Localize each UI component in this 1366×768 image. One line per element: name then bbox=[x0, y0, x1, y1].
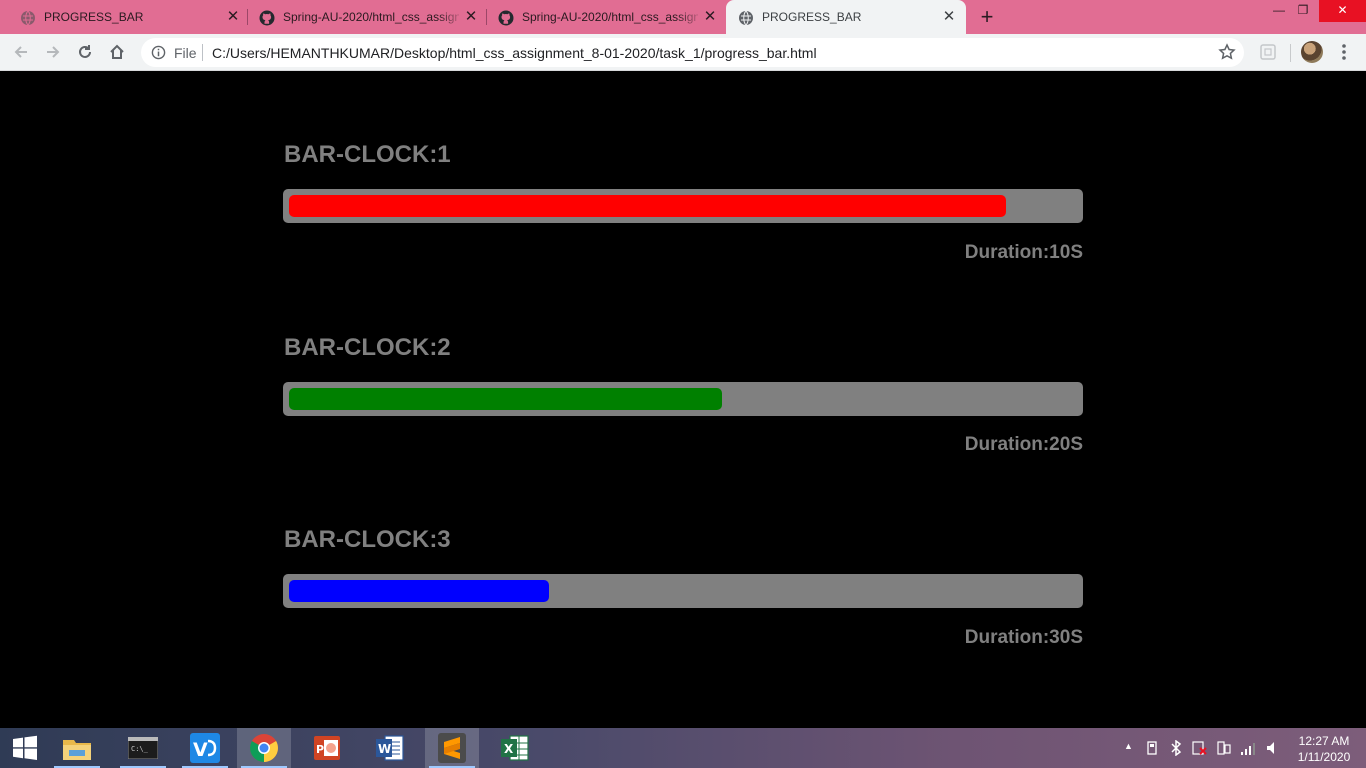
github-icon bbox=[259, 10, 275, 26]
globe-icon bbox=[21, 10, 35, 26]
tab-2[interactable]: Spring-AU-2020/html_css_assign ✕ bbox=[247, 0, 487, 34]
chrome-icon bbox=[250, 734, 278, 762]
svg-text:P: P bbox=[316, 743, 324, 756]
taskbar-sublime[interactable] bbox=[425, 728, 479, 768]
windows-taskbar: C:\_ V P W X ▲ 12:27 AM 1/11/2020 bbox=[0, 728, 1366, 768]
tab-close-icon[interactable]: ✕ bbox=[701, 8, 719, 26]
taskbar-terminal[interactable]: C:\_ bbox=[116, 728, 170, 768]
network-icon[interactable] bbox=[1216, 740, 1232, 756]
taskbar-clock[interactable]: 12:27 AM 1/11/2020 bbox=[1296, 733, 1352, 765]
svg-text:X: X bbox=[504, 742, 514, 756]
vs-code-icon: V bbox=[190, 733, 220, 763]
tab-title: Spring-AU-2020/html_css_assign bbox=[522, 10, 698, 24]
sublime-text-icon bbox=[438, 733, 466, 763]
terminal-icon: C:\_ bbox=[128, 737, 158, 759]
profile-avatar[interactable] bbox=[1301, 41, 1323, 63]
scheme-label: File bbox=[174, 45, 197, 61]
tab-fade bbox=[676, 8, 704, 26]
back-button[interactable] bbox=[9, 40, 33, 64]
duration-label: Duration:30S bbox=[964, 627, 1083, 648]
clock-title: BAR-CLOCK:3 bbox=[284, 526, 451, 553]
bar-clock-3: BAR-CLOCK:3 Duration:30S bbox=[283, 524, 1083, 654]
tab-4-active[interactable]: PROGRESS_BAR ✕ bbox=[726, 0, 966, 34]
home-button[interactable] bbox=[105, 40, 129, 64]
security-warning-icon[interactable] bbox=[1192, 740, 1208, 756]
home-icon bbox=[110, 44, 124, 59]
powerpoint-icon: P bbox=[314, 736, 340, 760]
forward-button[interactable] bbox=[41, 40, 65, 64]
address-url[interactable]: C:/Users/HEMANTHKUMAR/Desktop/html_css_a… bbox=[212, 45, 817, 61]
tab-close-icon[interactable]: ✕ bbox=[940, 8, 958, 26]
extension-icon[interactable] bbox=[1259, 43, 1277, 61]
svg-text:C:\_: C:\_ bbox=[131, 745, 149, 753]
reload-button[interactable] bbox=[73, 40, 97, 64]
toolbar-separator bbox=[1290, 44, 1291, 62]
progress-track bbox=[283, 382, 1083, 416]
clock-title: BAR-CLOCK:2 bbox=[284, 334, 451, 361]
svg-text:V: V bbox=[193, 739, 208, 761]
progress-track bbox=[283, 574, 1083, 608]
new-tab-button[interactable]: + bbox=[977, 6, 997, 28]
taskbar-chrome[interactable] bbox=[237, 728, 291, 768]
clock-title: BAR-CLOCK:1 bbox=[284, 141, 451, 168]
page-content: BAR-CLOCK:1 Duration:10S BAR-CLOCK:2 Dur… bbox=[0, 71, 1366, 728]
forward-arrow-icon bbox=[47, 46, 60, 58]
file-explorer-icon bbox=[63, 740, 91, 760]
progress-fill bbox=[289, 388, 722, 410]
start-button[interactable] bbox=[0, 728, 50, 768]
usb-icon[interactable] bbox=[1145, 741, 1159, 755]
tray-overflow-icon[interactable]: ▲ bbox=[1124, 741, 1133, 751]
word-icon: W bbox=[376, 735, 404, 761]
tab-close-icon[interactable]: ✕ bbox=[224, 8, 242, 26]
taskbar-excel[interactable]: X bbox=[488, 728, 542, 768]
globe-icon bbox=[739, 10, 753, 26]
more-menu-icon[interactable] bbox=[1334, 42, 1354, 62]
progress-fill bbox=[289, 195, 1006, 217]
system-tray: ▲ bbox=[1120, 728, 1290, 768]
taskbar-time: 12:27 AM bbox=[1298, 734, 1350, 748]
signal-icon[interactable] bbox=[1240, 740, 1256, 756]
taskbar-word[interactable]: W bbox=[363, 728, 417, 768]
taskbar-date: 1/11/2020 bbox=[1297, 750, 1351, 764]
excel-icon: X bbox=[501, 735, 529, 761]
tab-1[interactable]: PROGRESS_BAR ✕ bbox=[8, 0, 248, 34]
tab-title: PROGRESS_BAR bbox=[762, 10, 862, 24]
bar-clock-1: BAR-CLOCK:1 Duration:10S bbox=[283, 139, 1083, 269]
tab-strip: PROGRESS_BAR ✕ Spring-AU-2020/html_css_a… bbox=[0, 0, 1366, 34]
bar-clock-2: BAR-CLOCK:2 Duration:20S bbox=[283, 332, 1083, 462]
back-arrow-icon bbox=[14, 46, 27, 58]
address-bar[interactable]: File C:/Users/HEMANTHKUMAR/Desktop/html_… bbox=[141, 38, 1244, 67]
address-divider bbox=[202, 44, 203, 61]
reload-icon bbox=[79, 45, 91, 58]
duration-label: Duration:10S bbox=[964, 242, 1083, 263]
bluetooth-icon[interactable] bbox=[1170, 740, 1182, 756]
browser-toolbar: File C:/Users/HEMANTHKUMAR/Desktop/html_… bbox=[0, 34, 1366, 71]
windows-start-icon bbox=[13, 735, 37, 760]
svg-text:W: W bbox=[378, 742, 391, 756]
tab-fade bbox=[437, 8, 465, 26]
window-close-button[interactable]: ✕ bbox=[1319, 0, 1366, 22]
tab-title: Spring-AU-2020/html_css_assign bbox=[283, 10, 459, 24]
taskbar-vscode[interactable]: V bbox=[178, 728, 232, 768]
info-icon[interactable] bbox=[151, 45, 166, 60]
taskbar-powerpoint[interactable]: P bbox=[300, 728, 354, 768]
volume-icon[interactable] bbox=[1266, 740, 1280, 756]
progress-fill bbox=[289, 580, 549, 602]
tab-title: PROGRESS_BAR bbox=[44, 10, 144, 24]
progress-track bbox=[283, 189, 1083, 223]
tab-3[interactable]: Spring-AU-2020/html_css_assign ✕ bbox=[486, 0, 726, 34]
duration-label: Duration:20S bbox=[964, 434, 1083, 455]
bookmark-star-icon[interactable] bbox=[1218, 43, 1236, 61]
taskbar-file-explorer[interactable] bbox=[50, 728, 104, 768]
github-icon bbox=[498, 10, 514, 26]
tab-close-icon[interactable]: ✕ bbox=[462, 8, 480, 26]
